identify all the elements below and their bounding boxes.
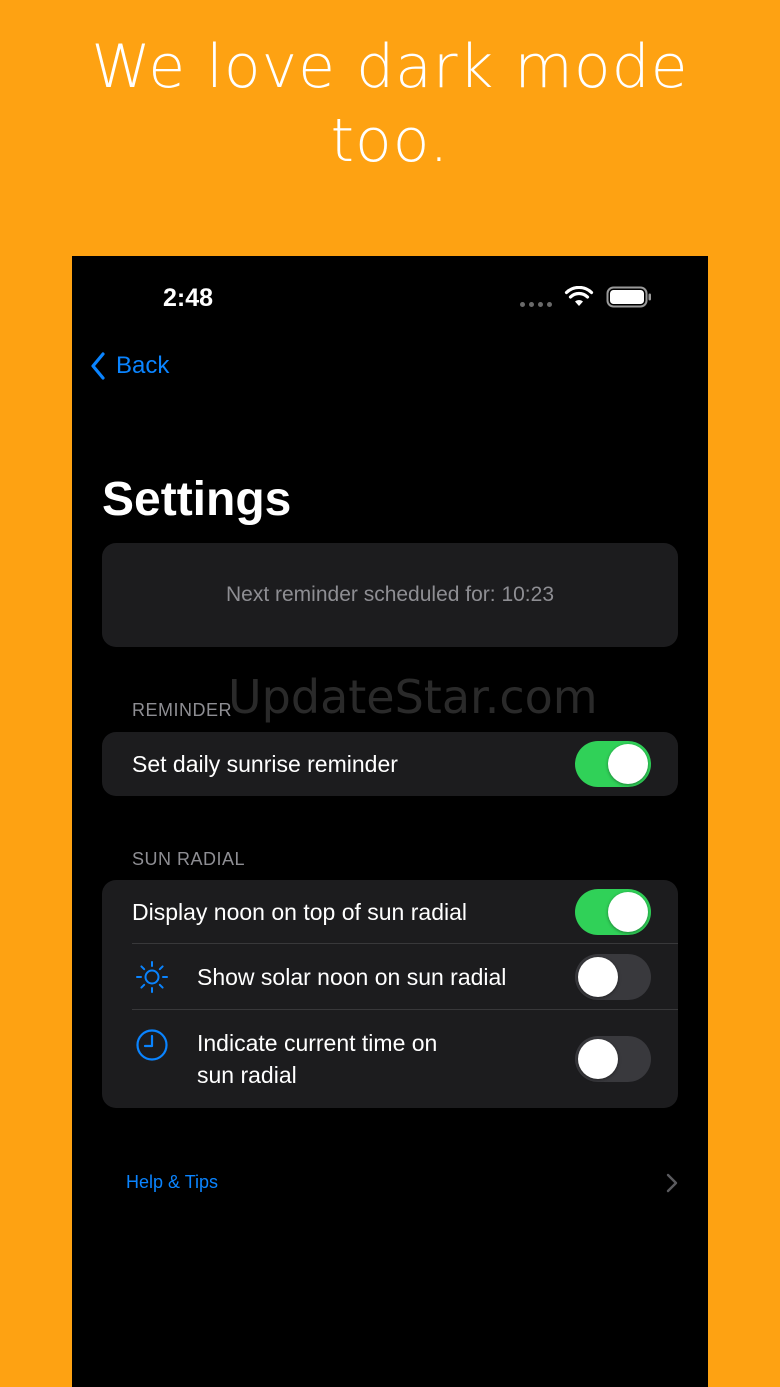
toggle-knob [608,744,648,784]
noon-on-top-toggle[interactable] [575,889,651,935]
current-time-label-line-1: Indicate current time on [197,1030,438,1056]
battery-icon [606,286,651,308]
status-bar-icons [520,286,652,308]
next-reminder-text: Next reminder scheduled for: 10:23 [225,583,554,606]
headline-line-1: We love dark mode [91,32,689,102]
page-title: Settings [102,473,292,526]
clock-icon [136,1029,168,1061]
next-reminder-card: Next reminder scheduled for: 10:23 [102,543,678,647]
section-header-sun-radial: SUN RADIAL [132,849,246,869]
headline-line-2: too. [330,106,450,176]
current-time-row: Indicate current time on sun radial [102,1010,678,1108]
help-and-tips-link[interactable]: Help & Tips [126,1172,678,1193]
cellular-signal-icon [520,288,552,307]
help-and-tips-label: Help & Tips [126,1172,219,1192]
toggle-knob [578,1039,618,1079]
back-button-label: Back [116,352,170,379]
noon-on-top-row: Display noon on top of sun radial [102,880,678,944]
current-time-label-line-2: sun radial [197,1062,297,1088]
reminder-group: Set daily sunrise reminder [102,732,678,796]
sun-icon-wrapper [132,959,172,995]
promo-headline: We love dark mode too. [0,30,780,178]
chevron-left-icon [91,352,105,380]
wifi-icon [564,286,594,306]
toggle-knob [608,892,648,932]
status-bar-time: 2:48 [163,284,214,312]
back-button[interactable]: Back [90,352,169,380]
daily-sunrise-reminder-toggle[interactable] [575,741,651,787]
daily-sunrise-reminder-row: Set daily sunrise reminder [102,732,678,796]
section-header-reminder: REMINDER [132,700,233,720]
current-time-toggle[interactable] [575,1036,651,1082]
sun-icon [136,961,168,993]
clock-icon-wrapper [132,1028,172,1062]
sun-radial-group: Display noon on top of sun radial Show s… [102,880,678,1108]
solar-noon-row: Show solar noon on sun radial [102,944,678,1010]
phone-screen: 2:48 Back Settings Next reminder schedul… [72,256,708,1387]
solar-noon-toggle[interactable] [575,954,651,1000]
chevron-right-icon [666,1173,678,1192]
toggle-knob [578,957,618,997]
